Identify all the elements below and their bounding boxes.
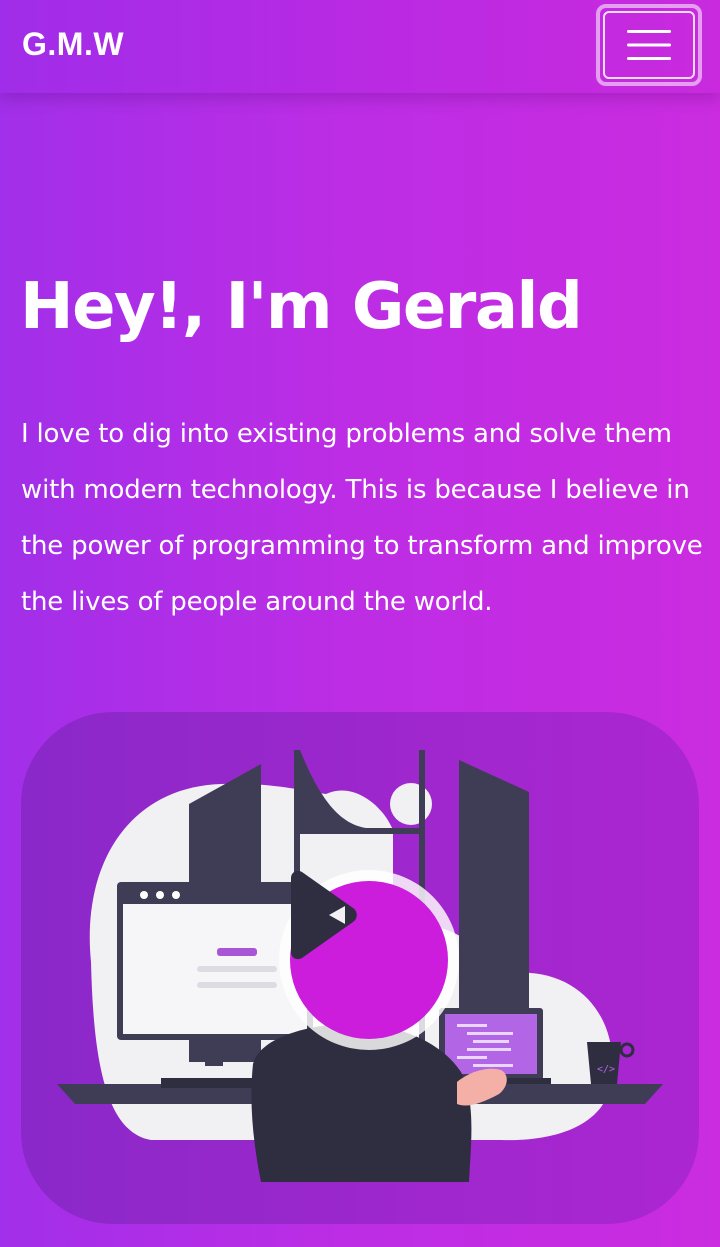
play-icon — [291, 870, 357, 960]
hero-description: I love to dig into existing problems and… — [21, 419, 703, 617]
svg-text:</>: </> — [597, 1064, 615, 1075]
menu-toggle-button[interactable] — [596, 4, 702, 86]
menu-toggle-inner — [603, 11, 695, 79]
hamburger-menu-icon — [627, 30, 671, 60]
brand-logo[interactable]: G.M.W — [22, 26, 124, 63]
navbar: G.M.W — [0, 0, 720, 93]
play-video-button[interactable] — [279, 870, 459, 1050]
hero-illustration: </> — [21, 712, 699, 1224]
hero-title: Hey!, I'm Gerald — [20, 270, 583, 344]
play-button-disc — [290, 870, 448, 1039]
